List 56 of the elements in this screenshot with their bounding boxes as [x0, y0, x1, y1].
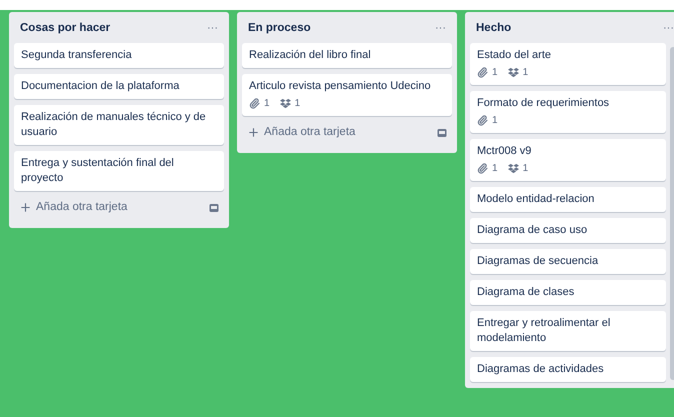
badge-count: 1: [492, 162, 498, 176]
card-title: Diagramas de actividades: [477, 362, 605, 378]
paperclip-icon: [249, 98, 260, 110]
card[interactable]: Diagramas de actividades: [470, 357, 666, 382]
card-title: Realización del libro final: [249, 48, 372, 64]
list-menu[interactable]: ···: [207, 23, 218, 34]
badge-count: 1: [492, 114, 498, 128]
paperclip-icon: [477, 163, 488, 174]
list-title: En proceso: [248, 21, 311, 36]
dropbox-icon: [508, 163, 519, 174]
add-card-button[interactable]: Añada otra tarjeta: [247, 124, 356, 142]
card[interactable]: Diagrama de clases: [470, 280, 666, 306]
card-title: Articulo revista pensamiento Udecino: [249, 79, 432, 94]
card-title: Diagrama de clases: [477, 285, 576, 300]
card[interactable]: Diagramas de secuencia: [470, 249, 666, 274]
plus-icon: [19, 201, 32, 214]
card-title: Estado del arte: [477, 48, 552, 64]
card[interactable]: Segunda transferencia: [14, 43, 224, 68]
card[interactable]: Realización de manuales técnico y de usuario: [14, 105, 224, 146]
paperclip-icon: [477, 67, 488, 78]
paperclip-icon: [477, 115, 488, 126]
card[interactable]: Entrega y sustentación final del proyecto: [14, 151, 224, 192]
card-title: Modelo entidad-relacion: [477, 192, 596, 208]
card[interactable]: Realización del libro final: [242, 43, 452, 68]
card-title: Entregar y retroalimentar el modelamiento: [477, 316, 612, 346]
card-title: Formato de requerimientos: [477, 96, 610, 112]
card-title: Mctr008 v9: [477, 144, 532, 160]
list-title: Cosas por hacer: [20, 21, 110, 36]
list-menu[interactable]: ···: [435, 23, 446, 34]
card[interactable]: Estado del arte 1 1: [470, 43, 666, 86]
card[interactable]: Entregar y retroalimentar el modelamiento: [470, 311, 666, 352]
card-title: Diagrama de caso uso: [477, 223, 588, 238]
template-icon[interactable]: [437, 128, 447, 138]
card[interactable]: Articulo revista pensamiento Udecino 1 1: [242, 74, 452, 116]
badge-count: 1: [492, 66, 498, 80]
list-title: Hecho: [476, 21, 512, 36]
template-icon[interactable]: [209, 202, 219, 213]
add-card-button[interactable]: Añada otra tarjeta: [19, 199, 128, 216]
dropbox-icon: [508, 67, 519, 78]
list-menu[interactable]: ···: [663, 23, 674, 34]
badge-count: 1: [294, 97, 300, 112]
card-title: Diagramas de secuencia: [477, 254, 600, 270]
card[interactable]: Documentacion de la plataforma: [14, 74, 224, 100]
card-title: Realización de manuales técnico y de usuario: [21, 110, 207, 140]
card-title: Documentacion de la plataforma: [21, 79, 180, 94]
card[interactable]: Modelo entidad-relacion: [470, 187, 666, 212]
plus-icon: [247, 126, 260, 140]
card[interactable]: Mctr008 v9 1 1: [470, 139, 666, 182]
dropbox-icon: [280, 98, 291, 110]
badge-count: 1: [264, 97, 270, 112]
card[interactable]: Formato de requerimientos 1: [470, 91, 666, 134]
card-title: Segunda transferencia: [21, 48, 133, 64]
badge-count: 1: [522, 66, 528, 80]
badge-count: 1: [522, 162, 528, 176]
card-title: Entrega y sustentación final del proyecto: [21, 156, 175, 186]
card[interactable]: Diagrama de caso uso: [470, 218, 666, 244]
